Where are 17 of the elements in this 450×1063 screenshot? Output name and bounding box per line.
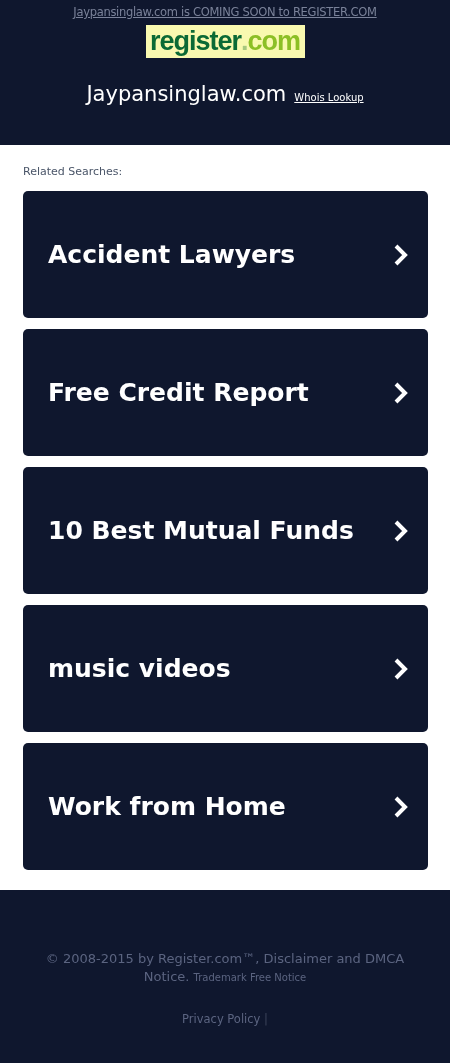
copyright-text: © 2008-2015 by Register.com™, Disclaimer and DMCA Notice. Trademark Free Notice — [44, 950, 406, 986]
coming-soon-link[interactable]: Jaypansinglaw.com is COMING SOON to REGISTER.COM — [73, 5, 377, 19]
search-link-card[interactable]: Accident Lawyers — [23, 191, 428, 318]
chevron-right-icon — [394, 243, 408, 266]
whois-link[interactable]: Whois Lookup — [294, 92, 364, 103]
separator: | — [264, 1012, 268, 1026]
related-searches-heading: Related Searches: — [23, 165, 124, 178]
register-logo: register.com — [145, 25, 305, 58]
chevron-right-icon — [394, 657, 408, 680]
search-link-card[interactable]: 10 Best Mutual Funds — [23, 467, 428, 594]
search-link-card[interactable]: music videos — [23, 605, 428, 732]
chevron-right-icon — [394, 795, 408, 818]
chevron-right-icon — [394, 519, 408, 542]
search-link-card[interactable]: Free Credit Report — [23, 329, 428, 456]
search-link-card[interactable]: Work from Home — [23, 743, 428, 870]
chevron-right-icon — [394, 381, 408, 404]
domain-title: Jaypansinglaw.com — [86, 82, 287, 106]
